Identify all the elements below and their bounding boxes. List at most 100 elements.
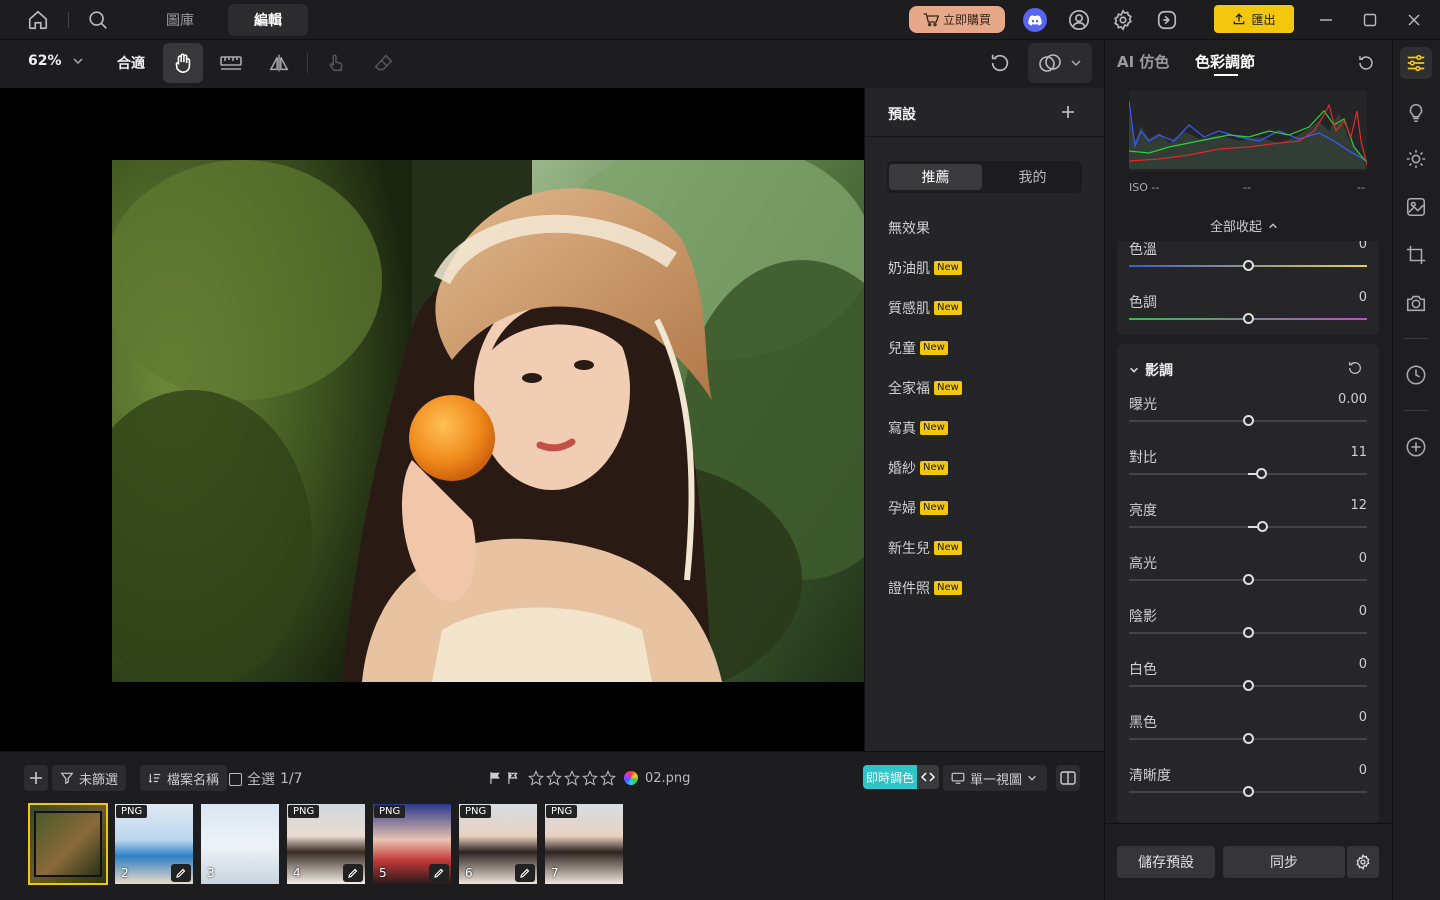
photo-preview[interactable] (112, 160, 864, 682)
plus-icon (30, 772, 42, 784)
maximize-icon[interactable] (1350, 0, 1390, 40)
tab-ai-color-match[interactable]: AI 仿色 (1117, 51, 1169, 72)
slider-knob[interactable] (1242, 313, 1254, 324)
eraser-icon[interactable] (364, 43, 404, 83)
star-icon[interactable] (564, 770, 580, 786)
thumbnail-image (34, 811, 102, 877)
slider-knob[interactable] (1255, 468, 1267, 479)
buy-now-button[interactable]: 立即購買 (909, 6, 1005, 33)
slider-knob[interactable] (1242, 680, 1254, 691)
filmstrip-thumbnail[interactable] (28, 803, 108, 885)
sync-settings-icon[interactable] (1347, 846, 1379, 878)
slider-knob[interactable] (1242, 260, 1254, 271)
search-icon[interactable] (78, 0, 118, 40)
slider-value[interactable]: 12 (1350, 498, 1367, 513)
slider-knob[interactable] (1242, 415, 1254, 426)
add-circle-icon[interactable] (1400, 431, 1432, 463)
presets-title: 預設 (888, 107, 916, 123)
preset-item[interactable]: 質感肌 New (888, 298, 962, 318)
export-button[interactable]: 匯出 (1214, 5, 1294, 33)
slider-knob[interactable] (1242, 786, 1254, 797)
fit-button[interactable]: 合適 (117, 53, 145, 73)
sort-button[interactable]: 檔案名稱 (140, 765, 228, 791)
tab-mine[interactable]: 我的 (986, 164, 1079, 190)
close-icon[interactable] (1394, 0, 1434, 40)
color-label-icon[interactable] (624, 771, 638, 785)
slider-value[interactable]: 0 (1359, 604, 1367, 619)
image-enhance-icon[interactable] (1400, 191, 1432, 223)
collapse-all-button[interactable]: 全部收起 (1210, 216, 1278, 235)
tab-recommended[interactable]: 推薦 (889, 164, 982, 190)
discord-icon[interactable] (1023, 8, 1047, 32)
split-view-icon[interactable] (1056, 765, 1080, 791)
view-mode-dropdown[interactable]: 單一視圖 (943, 765, 1047, 791)
history-clock-icon[interactable] (1400, 359, 1432, 391)
preset-item[interactable]: 孕婦 New (888, 498, 948, 518)
add-preset-icon[interactable] (1058, 102, 1078, 122)
ruler-icon[interactable] (211, 43, 251, 83)
touch-tool-icon[interactable] (316, 43, 356, 83)
sync-button[interactable]: 同步 (1223, 846, 1345, 878)
preset-item[interactable]: 全家福 New (888, 378, 962, 398)
preset-item[interactable]: 寫真 New (888, 418, 948, 438)
tab-edit[interactable]: 編輯 (228, 4, 308, 36)
lightbulb-icon[interactable] (1400, 97, 1432, 129)
compare-mode-dropdown[interactable] (1028, 43, 1092, 83)
preset-item[interactable]: 無效果 (888, 218, 930, 238)
reset-all-icon[interactable] (1357, 54, 1377, 74)
star-icon[interactable] (600, 770, 616, 786)
slider-knob[interactable] (1256, 521, 1268, 532)
tab-color-adjust[interactable]: 色彩調節 (1195, 51, 1255, 72)
settings-gear-icon[interactable] (1103, 0, 1143, 40)
preset-item[interactable]: 兒童 New (888, 338, 948, 358)
live-color-toggle[interactable]: 即時調色 (863, 765, 939, 789)
zoom-value: 62% (28, 53, 62, 69)
slider-value[interactable]: 0 (1359, 241, 1367, 252)
slider-value[interactable]: 0 (1359, 763, 1367, 778)
pick-flag-icon[interactable] (488, 771, 502, 785)
save-preset-button[interactable]: 儲存預設 (1117, 846, 1215, 878)
slider-value[interactable]: 11 (1350, 445, 1367, 460)
preset-item[interactable]: 婚紗 New (888, 458, 948, 478)
filmstrip-thumbnail[interactable]: PNG 4 (287, 804, 365, 884)
slider-knob[interactable] (1242, 574, 1254, 585)
sign-out-icon[interactable] (1147, 0, 1187, 40)
slider-value[interactable]: 0 (1359, 290, 1367, 305)
filmstrip-thumbnail[interactable]: 3 (201, 804, 279, 884)
preset-item[interactable]: 奶油肌 New (888, 258, 962, 278)
camera-icon[interactable] (1400, 287, 1432, 319)
slider-knob[interactable] (1242, 627, 1254, 638)
select-all-checkbox[interactable]: 全選 1/7 (229, 769, 303, 789)
sun-icon[interactable] (1400, 143, 1432, 175)
hand-tool-icon[interactable] (163, 43, 203, 83)
account-icon[interactable] (1059, 0, 1099, 40)
slider-knob[interactable] (1242, 733, 1254, 744)
star-icon[interactable] (546, 770, 562, 786)
adjust-sliders-icon[interactable] (1400, 47, 1432, 79)
chevron-down-icon (1028, 775, 1036, 781)
tab-gallery[interactable]: 圖庫 (140, 4, 220, 36)
title-bar: 圖庫 編輯 立即購買 匯出 (0, 0, 1440, 40)
filmstrip-thumbnail[interactable]: PNG 5 (373, 804, 451, 884)
filmstrip-thumbnail[interactable]: PNG 2 (115, 804, 193, 884)
home-icon[interactable] (18, 0, 58, 40)
preset-item[interactable]: 證件照 New (888, 578, 962, 598)
add-photo-button[interactable] (24, 765, 48, 791)
crop-icon[interactable] (1400, 239, 1432, 271)
filter-button[interactable]: 未篩選 (52, 765, 127, 791)
reset-icon[interactable] (980, 43, 1020, 83)
slider-value[interactable]: 0 (1359, 710, 1367, 725)
slider-value[interactable]: 0 (1359, 657, 1367, 672)
minimize-icon[interactable] (1306, 0, 1346, 40)
flip-horizontal-icon[interactable] (259, 43, 299, 83)
filmstrip-thumbnail[interactable]: PNG 7 (545, 804, 623, 884)
preset-item[interactable]: 新生兒 New (888, 538, 962, 558)
filmstrip-thumbnail[interactable]: PNG 6 (459, 804, 537, 884)
slider-value[interactable]: 0.00 (1338, 392, 1367, 407)
star-icon[interactable] (582, 770, 598, 786)
slider-value[interactable]: 0 (1359, 551, 1367, 566)
star-rating[interactable] (528, 770, 616, 786)
reject-flag-icon[interactable] (506, 771, 520, 785)
star-icon[interactable] (528, 770, 544, 786)
zoom-dropdown[interactable]: 62% (28, 53, 84, 69)
